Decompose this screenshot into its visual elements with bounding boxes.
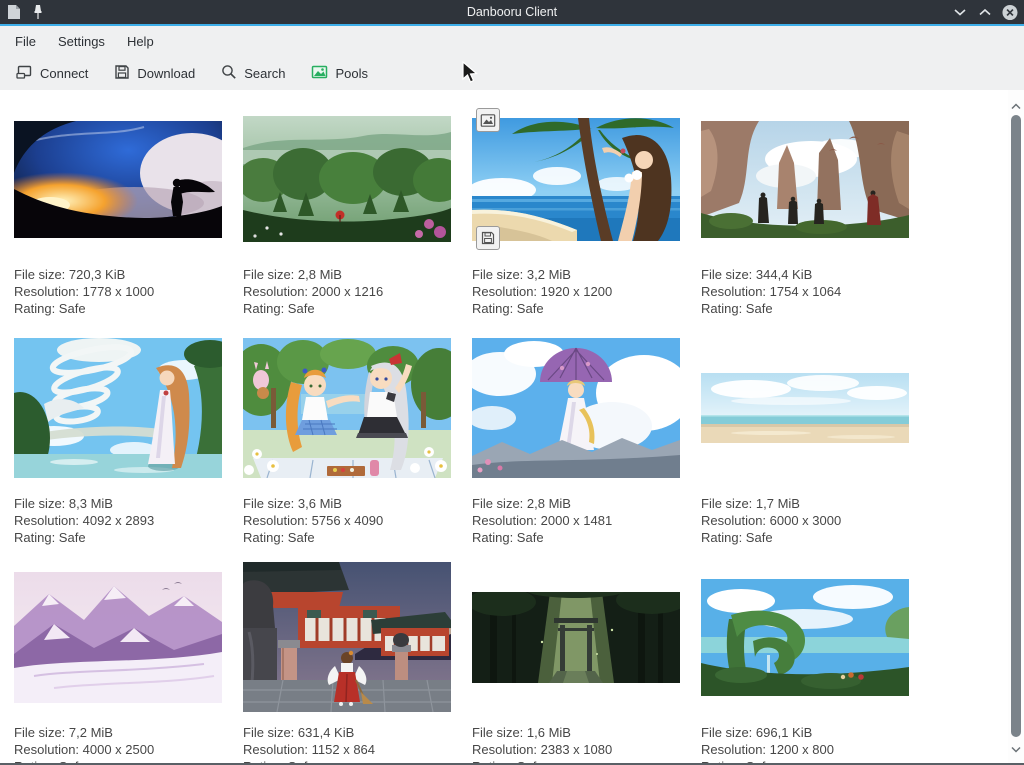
rating-label: Rating: Safe <box>14 300 222 317</box>
post-cell: File size: 720,3 KiB Resolution: 1778 x … <box>14 104 222 317</box>
thumbnail-image[interactable] <box>243 333 451 483</box>
file-size-label: File size: 3,2 MiB <box>472 266 680 283</box>
file-size-label: File size: 3,6 MiB <box>243 495 451 512</box>
file-size-label: File size: 696,1 KiB <box>701 724 909 741</box>
thumbnail-image[interactable] <box>701 333 909 483</box>
rating-label: Rating: Safe <box>472 300 680 317</box>
thumbnail-image[interactable] <box>14 104 222 254</box>
thumbnail-image[interactable] <box>472 104 680 254</box>
rating-label: Rating: Safe <box>243 300 451 317</box>
save-icon[interactable] <box>476 226 500 250</box>
rating-label: Rating: Safe <box>14 529 222 546</box>
pools-icon <box>311 64 328 83</box>
vertical-scrollbar[interactable] <box>1008 90 1024 765</box>
post-cell: File size: 3,6 MiB Resolution: 5756 x 40… <box>243 333 451 546</box>
scroll-up-icon[interactable] <box>1008 98 1024 114</box>
file-size-label: File size: 1,7 MiB <box>701 495 909 512</box>
post-cell: File size: 696,1 KiB Resolution: 1200 x … <box>701 562 909 765</box>
post-cell: File size: 8,3 MiB Resolution: 4092 x 28… <box>14 333 222 546</box>
file-size-label: File size: 2,8 MiB <box>243 266 451 283</box>
post-cell: File size: 3,2 MiB Resolution: 1920 x 12… <box>472 104 680 317</box>
thumbnail-grid: File size: 720,3 KiB Resolution: 1778 x … <box>14 104 909 765</box>
resolution-label: Resolution: 1920 x 1200 <box>472 283 680 300</box>
download-icon <box>114 64 130 83</box>
post-cell: File size: 2,8 MiB Resolution: 2000 x 14… <box>472 333 680 546</box>
thumbnail-image[interactable] <box>701 104 909 254</box>
post-cell: File size: 631,4 KiB Resolution: 1152 x … <box>243 562 451 765</box>
maximize-icon[interactable] <box>977 4 993 20</box>
thumbnail-image[interactable] <box>243 562 451 712</box>
connect-button[interactable]: Connect <box>14 60 90 87</box>
menu-help[interactable]: Help <box>116 30 165 53</box>
rating-label: Rating: Safe <box>701 529 909 546</box>
toolbar: Connect Download Search Pools <box>0 56 1024 90</box>
search-icon <box>221 64 237 83</box>
thumbnail-image[interactable] <box>243 104 451 254</box>
rating-label: Rating: Safe <box>701 300 909 317</box>
resolution-label: Resolution: 6000 x 3000 <box>701 512 909 529</box>
resolution-label: Resolution: 4000 x 2500 <box>14 741 222 758</box>
resolution-label: Resolution: 1778 x 1000 <box>14 283 222 300</box>
file-size-label: File size: 720,3 KiB <box>14 266 222 283</box>
thumbnail-image[interactable] <box>14 562 222 712</box>
view-image-icon[interactable] <box>476 108 500 132</box>
resolution-label: Resolution: 2000 x 1216 <box>243 283 451 300</box>
file-size-label: File size: 8,3 MiB <box>14 495 222 512</box>
accent-line <box>0 24 1024 26</box>
file-size-label: File size: 7,2 MiB <box>14 724 222 741</box>
close-icon[interactable] <box>1002 4 1018 20</box>
post-cell: File size: 7,2 MiB Resolution: 4000 x 25… <box>14 562 222 765</box>
search-button[interactable]: Search <box>219 60 287 87</box>
thumbnail-image[interactable] <box>14 333 222 483</box>
thumbnail-image[interactable] <box>472 562 680 712</box>
pools-button[interactable]: Pools <box>309 60 370 87</box>
menu-settings[interactable]: Settings <box>47 30 116 53</box>
menubar: File Settings Help <box>0 26 1024 56</box>
thumbnail-view: File size: 720,3 KiB Resolution: 1778 x … <box>0 90 1024 765</box>
resolution-label: Resolution: 2000 x 1481 <box>472 512 680 529</box>
minimize-icon[interactable] <box>952 4 968 20</box>
danbooru-client-window: Danbooru Client File Settings Help Conne… <box>0 0 1024 765</box>
rating-label: Rating: Safe <box>472 529 680 546</box>
resolution-label: Resolution: 1754 x 1064 <box>701 283 909 300</box>
resolution-label: Resolution: 4092 x 2893 <box>14 512 222 529</box>
scrollbar-thumb[interactable] <box>1011 115 1021 737</box>
resolution-label: Resolution: 1152 x 864 <box>243 741 451 758</box>
menu-file[interactable]: File <box>4 30 47 53</box>
file-size-label: File size: 631,4 KiB <box>243 724 451 741</box>
rating-label: Rating: Safe <box>243 529 451 546</box>
post-cell: File size: 2,8 MiB Resolution: 2000 x 12… <box>243 104 451 317</box>
scroll-down-icon[interactable] <box>1008 741 1024 757</box>
post-cell: File size: 344,4 KiB Resolution: 1754 x … <box>701 104 909 317</box>
resolution-label: Resolution: 2383 x 1080 <box>472 741 680 758</box>
file-size-label: File size: 2,8 MiB <box>472 495 680 512</box>
connect-icon <box>16 64 33 83</box>
resolution-label: Resolution: 5756 x 4090 <box>243 512 451 529</box>
thumbnail-image[interactable] <box>472 333 680 483</box>
file-size-label: File size: 1,6 MiB <box>472 724 680 741</box>
connect-label: Connect <box>40 66 88 81</box>
file-size-label: File size: 344,4 KiB <box>701 266 909 283</box>
window-title: Danbooru Client <box>0 5 1024 19</box>
pools-label: Pools <box>335 66 368 81</box>
post-cell: File size: 1,6 MiB Resolution: 2383 x 10… <box>472 562 680 765</box>
search-label: Search <box>244 66 285 81</box>
thumbnail-image[interactable] <box>701 562 909 712</box>
resolution-label: Resolution: 1200 x 800 <box>701 741 909 758</box>
download-button[interactable]: Download <box>112 60 197 87</box>
titlebar[interactable]: Danbooru Client <box>0 0 1024 24</box>
download-label: Download <box>137 66 195 81</box>
post-cell: File size: 1,7 MiB Resolution: 6000 x 30… <box>701 333 909 546</box>
